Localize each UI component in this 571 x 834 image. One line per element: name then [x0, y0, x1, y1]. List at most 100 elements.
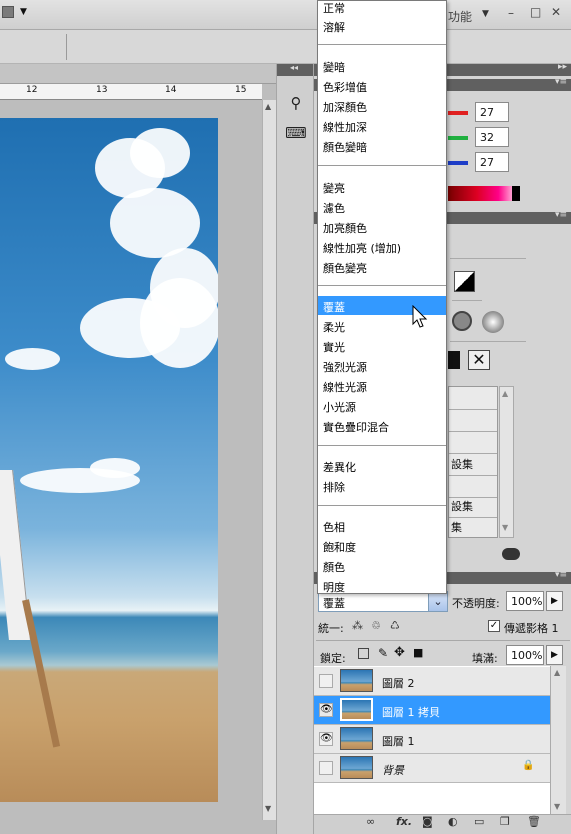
menu-item-difference[interactable]: 差異化	[323, 459, 356, 475]
menu-item-overlay[interactable]: 覆蓋	[323, 299, 345, 315]
workspace-label[interactable]: 功能	[448, 8, 472, 25]
menu-item-linear-dodge[interactable]: 線性加亮 (增加)	[323, 240, 401, 256]
red-slider[interactable]	[448, 111, 468, 115]
chevron-down-icon[interactable]: ▼	[20, 7, 27, 17]
fill-arrow-icon[interactable]: ▶	[546, 645, 563, 665]
layer-name[interactable]: 背景	[382, 762, 404, 778]
visibility-toggle[interactable]	[319, 761, 333, 775]
scroll-down-icon[interactable]: ▼	[554, 802, 560, 811]
beach-photo[interactable]	[0, 118, 218, 802]
propagate-checkbox[interactable]: ✓	[488, 620, 500, 632]
menu-item-hue[interactable]: 色相	[323, 519, 345, 535]
add-mask-icon[interactable]: ◙	[422, 815, 433, 828]
tool-presets-icon[interactable]: ⌨	[285, 122, 307, 144]
visibility-toggle[interactable]	[319, 674, 333, 688]
gradient-map-icon[interactable]	[448, 351, 460, 369]
screen-mode-icon[interactable]	[2, 6, 14, 18]
menu-item-normal[interactable]: 正常	[323, 0, 345, 16]
menu-item-lighten[interactable]: 變亮	[323, 180, 345, 196]
preset-label[interactable]: 設集	[451, 498, 473, 514]
opacity-arrow-icon[interactable]: ▶	[546, 591, 563, 611]
fill-label: 填滿:	[472, 652, 498, 665]
menu-item-vivid-light[interactable]: 強烈光源	[323, 359, 367, 375]
menu-item-soft-light[interactable]: 柔光	[323, 319, 345, 335]
eye-icon[interactable]: 👁	[319, 732, 333, 746]
menu-item-hard-mix[interactable]: 實色疊印混合	[323, 419, 389, 435]
menu-item-color-dodge[interactable]: 加亮顏色	[323, 220, 367, 236]
menu-item-dissolve[interactable]: 溶解	[323, 19, 345, 35]
presets-scrollbar[interactable]: ▲ ▼	[499, 386, 514, 538]
unify-visibility-icon[interactable]: ♲	[371, 619, 381, 632]
scroll-up-icon[interactable]: ▲	[554, 668, 560, 677]
layer-name[interactable]: 圖層 1 拷貝	[382, 704, 440, 720]
threshold-icon[interactable]	[454, 271, 475, 292]
channel-mixer-icon[interactable]	[482, 311, 504, 333]
blue-slider[interactable]	[448, 161, 468, 165]
menu-item-darker-color[interactable]: 顏色變暗	[323, 139, 367, 155]
lock-transparent-icon[interactable]	[358, 648, 369, 659]
camera-filter-icon[interactable]	[452, 311, 472, 331]
photoshop-window: ▼ 功能 ▼ – □ ✕ 12 13 14 15 ▲ ▼ ◂◂ ⚲ ⌨ ▸▸ ▾…	[0, 0, 571, 834]
selective-color-icon[interactable]: ✕	[468, 350, 490, 370]
unify-style-icon[interactable]: ♺	[390, 619, 400, 632]
menu-item-color-burn[interactable]: 加深顏色	[323, 99, 367, 115]
green-slider[interactable]	[448, 136, 468, 140]
link-layers-icon[interactable]: ∞	[366, 815, 375, 828]
layer-thumbnail	[340, 756, 373, 779]
clone-source-icon[interactable]: ⚲	[285, 92, 307, 114]
menu-item-multiply[interactable]: 色彩增值	[323, 79, 367, 95]
restore-button[interactable]: □	[530, 5, 541, 19]
layer-name[interactable]: 圖層 2	[382, 675, 415, 691]
scroll-down-icon[interactable]: ▼	[265, 804, 271, 813]
red-value[interactable]: 27	[475, 102, 509, 122]
menu-item-color[interactable]: 顏色	[323, 559, 345, 575]
unify-position-icon[interactable]: ⁂	[352, 619, 363, 632]
scroll-up-icon[interactable]: ▲	[265, 102, 271, 111]
menu-item-pin-light[interactable]: 小光源	[323, 399, 356, 415]
chevron-down-icon[interactable]: ⌄	[428, 592, 447, 611]
fx-icon[interactable]: fx.	[396, 815, 412, 828]
menu-item-lighter-color[interactable]: 顏色變亮	[323, 260, 367, 276]
layer-name[interactable]: 圖層 1	[382, 733, 415, 749]
layer-thumbnail	[340, 669, 373, 692]
new-layer-icon[interactable]: ❐	[500, 815, 510, 828]
preset-label[interactable]: 集	[451, 519, 462, 535]
minimize-button[interactable]: –	[508, 6, 514, 20]
collapse-icon[interactable]: ◂◂	[290, 63, 298, 72]
blend-mode-value: 覆蓋	[323, 597, 345, 610]
lock-all-icon[interactable]: ■	[413, 646, 423, 659]
fill-field[interactable]: 100%	[506, 645, 544, 665]
adjustment-layer-icon[interactable]: ◐	[448, 815, 458, 828]
lock-move-icon[interactable]: ✥	[394, 645, 405, 660]
close-button[interactable]: ✕	[551, 5, 561, 19]
menu-item-luminosity[interactable]: 明度	[323, 579, 345, 595]
menu-item-exclusion[interactable]: 排除	[323, 479, 345, 495]
blue-value[interactable]: 27	[475, 152, 509, 172]
menu-item-saturation[interactable]: 飽和度	[323, 539, 356, 555]
layer-row[interactable]: 背景 🔒	[314, 754, 550, 783]
preset-label[interactable]: 設集	[451, 456, 473, 472]
workspace-chevron-icon[interactable]: ▼	[482, 9, 489, 19]
menu-item-screen[interactable]: 濾色	[323, 200, 345, 216]
layer-row[interactable]: 👁 圖層 1	[314, 725, 550, 754]
eye-icon[interactable]: 👁	[319, 703, 333, 717]
blend-mode-items: 正常 溶解 變暗 色彩增值 加深顏色 線性加深 顏色變暗 變亮 濾色 加亮顏色 …	[318, 0, 448, 594]
lock-brush-icon[interactable]: ✎	[378, 646, 388, 660]
menu-item-darken[interactable]: 變暗	[323, 59, 345, 75]
scroll-down-icon[interactable]: ▼	[502, 523, 508, 532]
canvas-scrollbar[interactable]: ▲ ▼	[262, 100, 276, 820]
menu-item-linear-light[interactable]: 線性光源	[323, 379, 367, 395]
trash-icon[interactable]: 🗑	[527, 815, 541, 828]
menu-item-hard-light[interactable]: 實光	[323, 339, 345, 355]
color-ramp[interactable]	[448, 186, 520, 201]
green-value[interactable]: 32	[475, 127, 509, 147]
layer-row[interactable]: 圖層 2	[314, 667, 550, 696]
layer-row-selected[interactable]: 👁 圖層 1 拷貝	[314, 696, 550, 725]
scroll-up-icon[interactable]: ▲	[502, 389, 508, 398]
layers-scrollbar[interactable]: ▲ ▼	[550, 666, 566, 814]
black-swatch[interactable]	[512, 186, 520, 201]
opacity-field[interactable]: 100%	[506, 591, 544, 611]
adjustments-footer-icon[interactable]	[502, 548, 520, 560]
new-group-icon[interactable]: ▭	[474, 815, 484, 828]
menu-item-linear-burn[interactable]: 線性加深	[323, 119, 367, 135]
